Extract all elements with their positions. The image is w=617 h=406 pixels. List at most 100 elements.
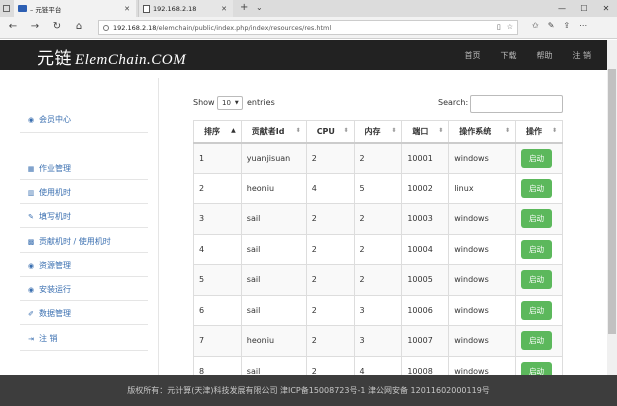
cell-action: 启动 (515, 172, 563, 204)
cell-memory: 2 (353, 233, 403, 265)
cell-memory: 2 (353, 264, 403, 296)
copyright-text: 版权所有：元计算(天津)科技发展有限公司 津ICP备15008723号-1 津公… (127, 386, 490, 395)
cell-memory: 3 (353, 294, 403, 326)
search-input[interactable] (470, 95, 563, 113)
favorite-star-icon[interactable]: ☆ (507, 23, 513, 31)
sort-icon: ⬍ (551, 127, 557, 134)
home-icon[interactable]: ⌂ (72, 21, 86, 32)
cell-contributor: sail (240, 294, 307, 326)
table-row: 2 heoniu 4 5 10002 linux 启动 (193, 172, 563, 204)
sidebar-item-label: 贡献机时 / 使用机时 (39, 237, 111, 246)
sidebar-item-usage-hours[interactable]: ▥ 使用机时 (20, 187, 148, 198)
back-icon[interactable]: ← (6, 21, 20, 32)
sidebar-item-resources[interactable]: ◉ 资源管理 (20, 260, 148, 271)
tab-title: – 元链平台 (30, 5, 62, 14)
cell-port: 10006 (401, 294, 450, 326)
sort-icon: ⬍ (438, 127, 444, 134)
column-header-order[interactable]: 排序 ▲ (193, 120, 242, 144)
cell-action: 启动 (515, 203, 563, 235)
start-button[interactable]: 启动 (521, 300, 553, 320)
url-text: 192.168.2.18/elemchain/public/index.php/… (113, 23, 332, 32)
nav-logout-link[interactable]: 注 销 (572, 50, 591, 61)
column-header-os[interactable]: 操作系统 ⬍ (448, 120, 517, 144)
cell-os: windows (448, 264, 517, 296)
site-info-icon[interactable] (103, 24, 109, 31)
tab-actions-icon[interactable] (3, 5, 10, 12)
sidebar-item-install-run[interactable]: ◉ 安装运行 (20, 284, 148, 295)
more-icon[interactable]: ⋯ (579, 21, 587, 30)
user-circle-icon: ◉ (27, 115, 35, 124)
start-button[interactable]: 启动 (521, 148, 553, 168)
new-tab-icon[interactable]: + (240, 2, 248, 13)
site-header: 元链 ElemChain.COM 首页 下载 帮助 注 销 (0, 40, 607, 70)
sidebar-item-label: 使用机时 (39, 188, 71, 197)
cell-cpu: 2 (305, 203, 355, 235)
scrollbar-thumb[interactable] (608, 69, 616, 334)
sidebar-item-fill-hours[interactable]: ✎ 填写机时 (20, 211, 148, 222)
cell-contributor: yuanjisuan (240, 142, 307, 174)
cell-os: windows (448, 325, 517, 357)
eye-icon: ◉ (27, 261, 35, 270)
sidebar-divider (20, 179, 148, 180)
notes-pen-icon[interactable]: ✎ (548, 21, 555, 30)
page-scrollbar[interactable] (607, 40, 617, 375)
column-header-action[interactable]: 操作 ⬍ (515, 120, 563, 144)
cell-os: linux (448, 172, 517, 204)
start-button[interactable]: 启动 (521, 209, 553, 229)
table-row: 7 heoniu 2 3 10007 windows 启动 (193, 325, 563, 357)
start-button[interactable]: 启动 (521, 270, 553, 290)
tab-title: 192.168.2.18 (153, 4, 197, 13)
url-field[interactable]: 192.168.2.18/elemchain/public/index.php/… (98, 20, 518, 35)
sidebar-item-logout[interactable]: ⇥ 注 销 (20, 333, 148, 344)
close-tab-icon[interactable]: ✕ (221, 5, 227, 13)
cell-action: 启动 (515, 325, 563, 357)
site-favicon-icon (18, 5, 27, 12)
close-tab-icon[interactable]: ✕ (124, 5, 130, 13)
tab-list-chevron-icon[interactable]: ⌄ (256, 3, 263, 12)
close-window-icon[interactable]: ✕ (595, 0, 617, 17)
browser-tab-active[interactable]: – 元链平台 ✕ (14, 0, 136, 17)
favorites-icon[interactable]: ✩ (532, 21, 539, 30)
bar-chart-icon: ▥ (27, 188, 35, 197)
cell-order: 6 (193, 294, 242, 326)
sidebar-divider (20, 350, 148, 351)
sidebar-item-data[interactable]: ✐ 数据管理 (20, 308, 148, 319)
browser-tab-inactive[interactable]: 192.168.2.18 ✕ (138, 0, 233, 17)
search-label: Search: (438, 98, 469, 107)
start-button[interactable]: 启动 (521, 239, 553, 259)
sidebar-item-label: 资源管理 (39, 261, 71, 270)
nav-download-link[interactable]: 下载 (500, 50, 516, 61)
nav-help-link[interactable]: 帮助 (536, 50, 552, 61)
page-size-select[interactable]: 10 ▼ (217, 96, 243, 110)
forward-icon[interactable]: → (28, 21, 42, 32)
page-favicon-icon (143, 4, 150, 13)
edit-icon: ✐ (28, 309, 34, 318)
start-button[interactable]: 启动 (521, 331, 553, 351)
url-actions: ▯ ☆ (497, 23, 513, 31)
start-button[interactable]: 启动 (521, 178, 553, 198)
maximize-icon[interactable]: ☐ (573, 0, 595, 17)
nav-home-link[interactable]: 首页 (464, 50, 480, 61)
table-row: 6 sail 2 3 10006 windows 启动 (193, 294, 563, 326)
column-header-cpu[interactable]: CPU ⬍ (305, 120, 355, 144)
sidebar-item-member-center[interactable]: ◉ 会员中心 (20, 114, 148, 125)
grid-icon: ▦ (27, 164, 35, 173)
cell-action: 启动 (515, 264, 563, 296)
th-large-icon: ▩ (27, 237, 35, 246)
reading-view-icon[interactable]: ▯ (497, 23, 501, 31)
sidebar-divider (20, 276, 148, 277)
sidebar-item-jobs[interactable]: ▦ 作业管理 (20, 163, 148, 174)
cell-port: 10004 (401, 233, 450, 265)
site-logo[interactable]: 元链 ElemChain.COM (37, 44, 186, 69)
column-header-contributor[interactable]: 贡献者Id ⬍ (240, 120, 307, 144)
share-icon[interactable]: ⇪ (563, 21, 570, 30)
sidebar-item-contribute-hours[interactable]: ▩ 贡献机时 / 使用机时 (20, 236, 148, 247)
minimize-icon[interactable]: — (551, 0, 573, 17)
column-header-port[interactable]: 端口 ⬍ (401, 120, 450, 144)
cell-cpu: 2 (305, 325, 355, 357)
cell-order: 7 (193, 325, 242, 357)
refresh-icon[interactable]: ↻ (50, 21, 64, 32)
cell-port: 10007 (401, 325, 450, 357)
cell-contributor: sail (240, 233, 307, 265)
column-header-memory[interactable]: 内存 ⬍ (353, 120, 403, 144)
